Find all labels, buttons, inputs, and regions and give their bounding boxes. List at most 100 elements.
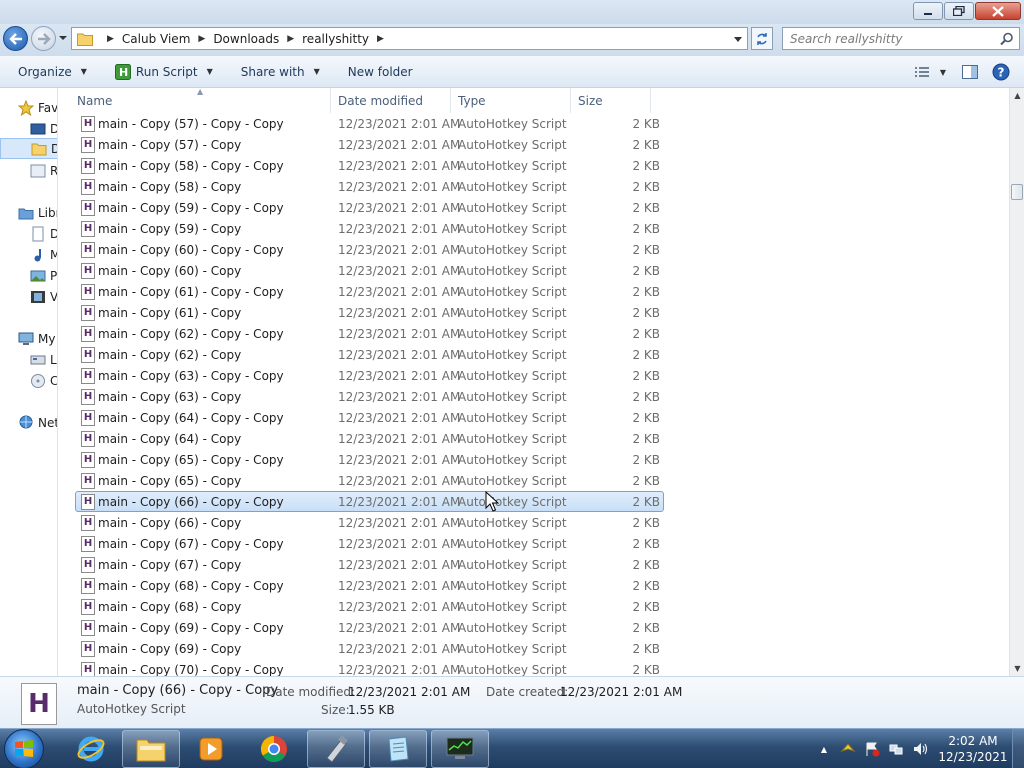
help-button[interactable]: ? [986, 60, 1024, 84]
address-dropdown-icon[interactable] [733, 36, 743, 44]
scroll-thumb[interactable] [1011, 184, 1023, 200]
file-row[interactable]: Hmain - Copy (69) - Copy 12/23/2021 2:01 … [75, 638, 664, 659]
new-folder-button[interactable]: New folder [339, 60, 422, 84]
file-row[interactable]: Hmain - Copy (60) - Copy 12/23/2021 2:01 … [75, 260, 664, 281]
file-row[interactable]: Hmain - Copy (57) - Copy - Copy 12/23/202… [75, 113, 664, 134]
breadcrumb-item[interactable]: reallyshitty [302, 32, 369, 46]
file-row[interactable]: Hmain - Copy (59) - Copy 12/23/2021 2:01 … [75, 218, 664, 239]
nav-libraries[interactable]: Libr [18, 202, 57, 223]
file-row[interactable]: Hmain - Copy (63) - Copy - Copy 12/23/202… [75, 365, 664, 386]
run-script-button[interactable]: H Run Script ▼ [106, 60, 222, 84]
change-view-button[interactable] [910, 60, 934, 84]
recent-pages-dropdown-icon[interactable] [58, 33, 68, 43]
close-button[interactable] [975, 2, 1021, 20]
nav-computer[interactable]: My [18, 328, 55, 349]
column-type[interactable]: Type [451, 88, 571, 113]
window-titlebar [0, 0, 1024, 24]
file-row[interactable]: Hmain - Copy (64) - Copy - Copy 12/23/202… [75, 407, 664, 428]
file-row[interactable]: Hmain - Copy (70) - Copy - Copy 12/23/202… [75, 659, 664, 676]
nav-network[interactable]: Net [18, 412, 57, 433]
nav-documents[interactable]: D [30, 223, 57, 244]
taskbar-internet-explorer[interactable] [62, 730, 120, 768]
nav-local-disk[interactable]: L [30, 349, 57, 370]
show-desktop-button[interactable] [1012, 729, 1024, 768]
action-center-flag-icon[interactable] [864, 741, 880, 757]
file-row[interactable]: Hmain - Copy (67) - Copy 12/23/2021 2:01 … [75, 554, 664, 575]
nav-pictures[interactable]: P [30, 265, 57, 286]
file-row[interactable]: Hmain - Copy (65) - Copy 12/23/2021 2:01 … [75, 470, 664, 491]
taskbar-file-explorer[interactable] [122, 730, 180, 768]
taskbar-utility-app[interactable] [307, 730, 365, 768]
search-icon[interactable] [1000, 32, 1014, 46]
file-row[interactable]: Hmain - Copy (61) - Copy 12/23/2021 2:01 … [75, 302, 664, 323]
file-row[interactable]: Hmain - Copy (67) - Copy - Copy 12/23/202… [75, 533, 664, 554]
nav-downloads[interactable]: D [0, 138, 57, 159]
file-row[interactable]: Hmain - Copy (66) - Copy 12/23/2021 2:01 … [75, 512, 664, 533]
back-button[interactable] [3, 26, 28, 51]
taskbar-task-manager[interactable] [431, 730, 489, 768]
network-tray-icon[interactable] [888, 741, 904, 757]
autohotkey-tray-icon[interactable] [840, 741, 856, 757]
computer-icon [18, 332, 34, 345]
autohotkey-file-icon: H [81, 199, 95, 216]
taskbar-notepad[interactable] [369, 730, 427, 768]
breadcrumb-separator-icon[interactable]: ▶ [287, 34, 294, 44]
preview-pane-button[interactable] [954, 60, 986, 84]
column-size-label: Size [578, 93, 603, 108]
share-with-button[interactable]: Share with ▼ [232, 60, 329, 84]
autohotkey-file-icon: H [81, 556, 95, 573]
organize-button[interactable]: Organize ▼ [9, 60, 96, 84]
file-row[interactable]: Hmain - Copy (64) - Copy 12/23/2021 2:01 … [75, 428, 664, 449]
file-row[interactable]: Hmain - Copy (69) - Copy - Copy 12/23/202… [75, 617, 664, 638]
file-row[interactable]: Hmain - Copy (62) - Copy 12/23/2021 2:01 … [75, 344, 664, 365]
nav-desktop[interactable]: D [30, 118, 57, 139]
clock[interactable]: 2:02 AM 12/23/2021 [938, 733, 1008, 765]
nav-music[interactable]: M [30, 244, 57, 265]
scroll-up-button[interactable]: ▲ [1010, 88, 1024, 103]
more-views-button[interactable]: ▼ [934, 60, 954, 84]
breadcrumb-separator-icon[interactable]: ▶ [198, 34, 205, 44]
file-row[interactable]: Hmain - Copy (58) - Copy - Copy 12/23/202… [75, 155, 664, 176]
taskbar-chrome[interactable] [245, 730, 303, 768]
file-row[interactable]: Hmain - Copy (59) - Copy - Copy 12/23/202… [75, 197, 664, 218]
system-tray: ▲ 2:02 AM 12/23/2021 [812, 729, 1024, 768]
file-row[interactable]: Hmain - Copy (61) - Copy - Copy 12/23/202… [75, 281, 664, 302]
breadcrumb-separator-icon[interactable]: ▶ [377, 34, 384, 44]
file-row[interactable]: Hmain - Copy (68) - Copy 12/23/2021 2:01 … [75, 596, 664, 617]
nav-dvd-drive[interactable]: C [30, 370, 57, 391]
file-type: AutoHotkey Script [458, 137, 567, 152]
scroll-down-button[interactable]: ▼ [1010, 661, 1024, 676]
minimize-button[interactable] [913, 2, 943, 20]
file-row[interactable]: Hmain - Copy (65) - Copy - Copy 12/23/202… [75, 449, 664, 470]
start-button[interactable] [4, 729, 44, 768]
column-date-modified[interactable]: Date modified [331, 88, 451, 113]
documents-icon [32, 226, 44, 241]
maximize-button[interactable] [944, 2, 974, 20]
nav-recent[interactable]: R [30, 160, 57, 181]
file-row[interactable]: Hmain - Copy (68) - Copy - Copy 12/23/202… [75, 575, 664, 596]
volume-icon[interactable] [912, 741, 928, 757]
file-size: 2 KB [632, 431, 660, 446]
forward-button[interactable] [31, 26, 56, 51]
breadcrumb-separator-icon[interactable]: ▶ [107, 34, 114, 44]
vertical-scrollbar[interactable]: ▲ ▼ [1009, 88, 1024, 676]
media-player-icon [199, 737, 223, 761]
column-name[interactable]: Name ▲ [59, 88, 331, 113]
nav-favorites[interactable]: Fav [18, 97, 57, 118]
breadcrumb-item[interactable]: Downloads [213, 32, 279, 46]
taskbar-media-player[interactable] [182, 730, 240, 768]
file-row[interactable]: Hmain - Copy (60) - Copy - Copy 12/23/202… [75, 239, 664, 260]
search-input[interactable] [783, 28, 983, 49]
file-row[interactable]: Hmain - Copy (66) - Copy - Copy 12/23/202… [75, 491, 664, 512]
file-row[interactable]: Hmain - Copy (62) - Copy - Copy 12/23/202… [75, 323, 664, 344]
file-row[interactable]: Hmain - Copy (63) - Copy 12/23/2021 2:01 … [75, 386, 664, 407]
file-row[interactable]: Hmain - Copy (58) - Copy 12/23/2021 2:01 … [75, 176, 664, 197]
column-size[interactable]: Size [571, 88, 651, 113]
search-box[interactable] [782, 27, 1020, 50]
file-row[interactable]: Hmain - Copy (57) - Copy 12/23/2021 2:01 … [75, 134, 664, 155]
breadcrumb-item[interactable]: Calub Viem [122, 32, 190, 46]
address-bar[interactable]: ▶ Calub Viem ▶ Downloads ▶ reallyshitty … [71, 27, 748, 50]
show-hidden-icons-icon[interactable]: ▲ [816, 741, 832, 757]
nav-videos[interactable]: V [30, 286, 57, 307]
refresh-button[interactable] [751, 27, 773, 50]
